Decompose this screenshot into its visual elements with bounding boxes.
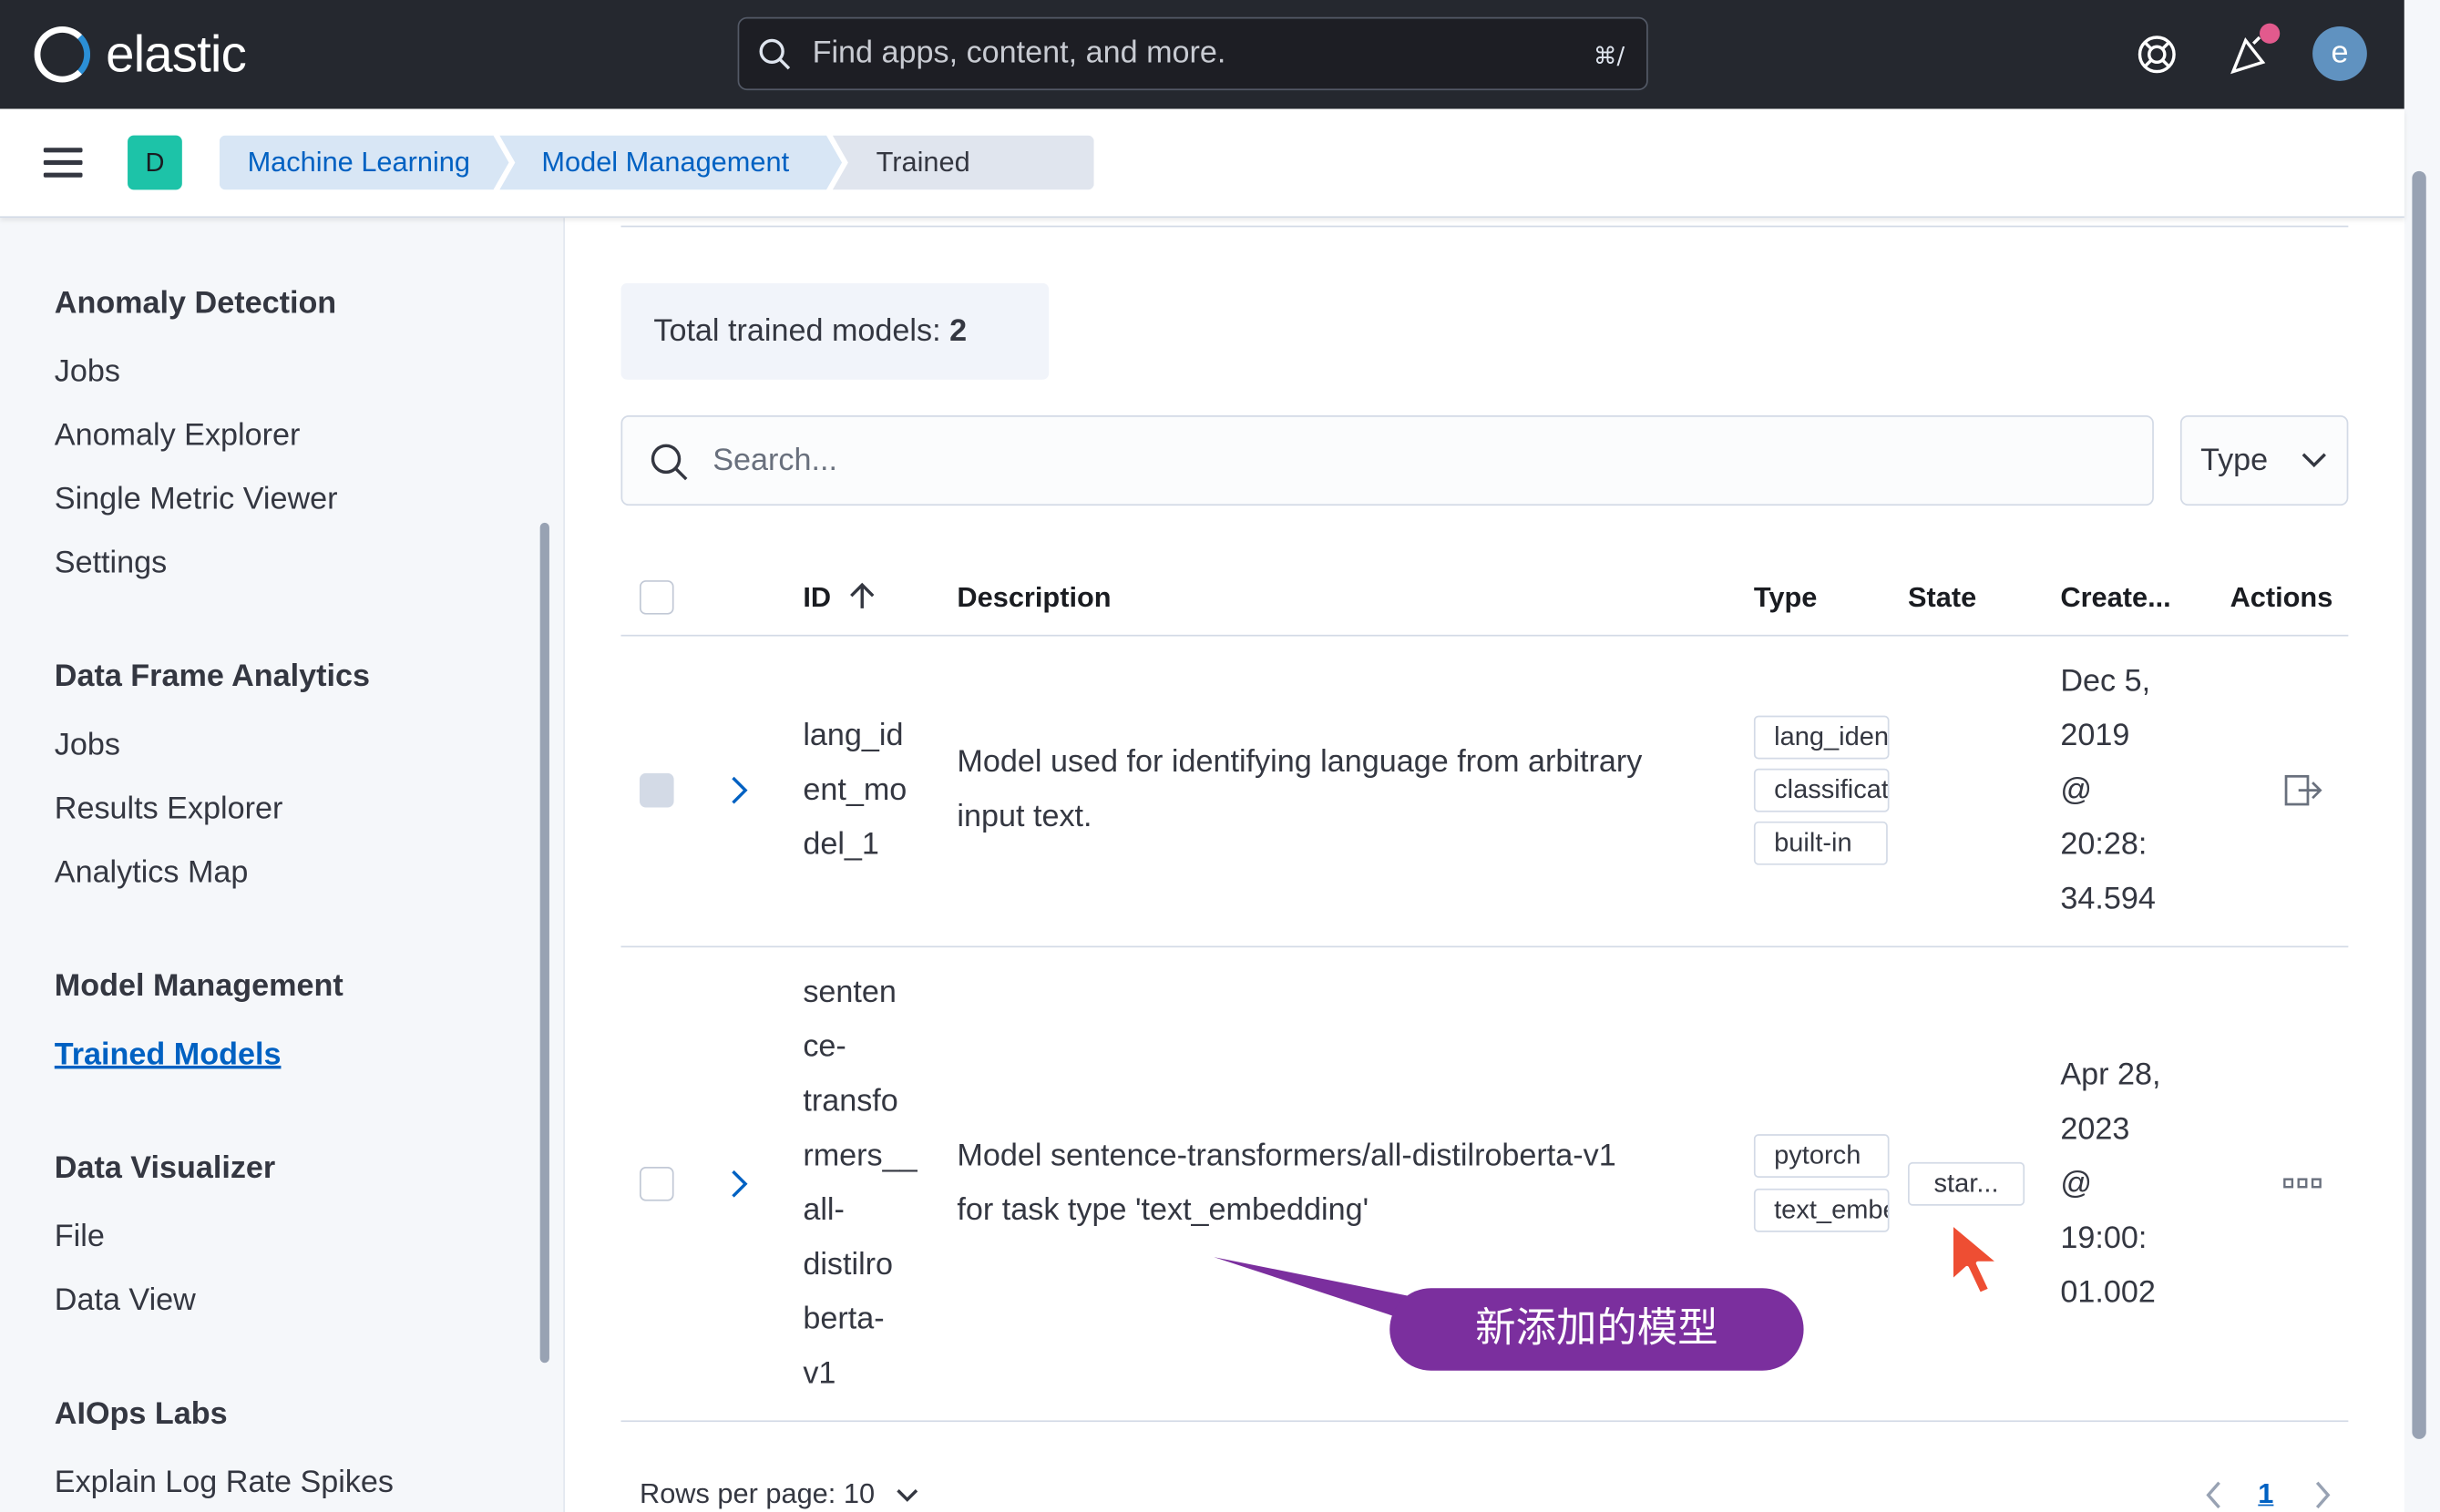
row-checkbox[interactable]: [639, 1167, 674, 1201]
type-filter-label: Type: [2200, 443, 2269, 478]
type-filter-button[interactable]: Type: [2179, 415, 2349, 506]
type-badge: text_embedding: [1753, 1188, 1890, 1232]
nav-item-analytics-map[interactable]: Analytics Map: [55, 855, 249, 891]
search-icon: [759, 38, 791, 70]
models-search-placeholder: Search...: [713, 443, 837, 478]
top-header: elastic Find apps, content, and more. ⌘/…: [0, 0, 2404, 109]
notification-dot: [2260, 23, 2281, 44]
column-header-created[interactable]: Create...: [2060, 582, 2170, 615]
model-description: Model sentence-transformers/all-distilro…: [957, 1139, 1616, 1228]
nav-section-anomaly-detection: Anomaly Detection: [54, 286, 337, 321]
nav-item-single-metric-viewer[interactable]: Single Metric Viewer: [55, 482, 338, 517]
total-models-stat: Total trained models: 2: [620, 282, 1050, 380]
nav-item-data-view[interactable]: Data View: [55, 1283, 196, 1319]
divider: [620, 945, 2349, 948]
elastic-logo-icon: [34, 26, 91, 83]
breadcrumb-machine-learning[interactable]: Machine Learning: [220, 136, 509, 190]
chevron-right-icon[interactable]: [725, 773, 754, 808]
chevron-down-icon: [2302, 453, 2326, 468]
nav-item-file[interactable]: File: [55, 1220, 105, 1255]
global-search-input[interactable]: Find apps, content, and more. ⌘/: [737, 16, 1648, 91]
help-icon[interactable]: [2137, 28, 2177, 81]
sort-ascending-icon: [850, 582, 875, 608]
model-id[interactable]: senten ce-transfo rmers__ all-distilro berta…: [803, 966, 917, 1402]
type-badge: built-in: [1753, 821, 1888, 865]
space-avatar[interactable]: D: [128, 135, 182, 190]
export-icon[interactable]: [2283, 771, 2323, 809]
previous-page-icon[interactable]: [2202, 1478, 2227, 1512]
nav-item-explain-log-rate-spikes[interactable]: Explain Log Rate Spikes: [55, 1466, 394, 1501]
breadcrumb: Machine Learning Model Management Traine…: [220, 135, 1094, 190]
created-date: Apr 28, 2023 @19:00: 01.002: [2060, 1057, 2161, 1311]
column-header-actions: Actions: [2230, 581, 2333, 613]
menu-toggle-icon[interactable]: [43, 148, 83, 179]
type-badge: classification: [1753, 768, 1890, 812]
type-badge: lang_ident: [1753, 715, 1890, 760]
divider: [620, 1420, 2349, 1423]
nav-item-settings[interactable]: Settings: [55, 547, 167, 582]
mouse-cursor-icon: [1949, 1221, 2002, 1297]
total-models-label: Total trained models:: [653, 314, 950, 349]
chevron-down-icon: [897, 1489, 918, 1502]
logo-text: elastic: [106, 25, 247, 83]
page-scrollbar-thumb[interactable]: [2412, 170, 2426, 1439]
models-search-input[interactable]: Search...: [620, 415, 2154, 506]
sidebar-scrollbar[interactable]: [539, 522, 549, 1364]
column-header-id[interactable]: ID: [803, 582, 876, 615]
select-all-checkbox[interactable]: [639, 580, 674, 615]
breadcrumb-model-management[interactable]: Model Management: [499, 136, 842, 190]
total-models-count: 2: [949, 314, 968, 349]
divider: [620, 225, 2349, 228]
nav-item-anomaly-explorer[interactable]: Anomaly Explorer: [55, 418, 301, 454]
column-header-description[interactable]: Description: [957, 582, 1111, 615]
type-badge: pytorch: [1753, 1134, 1890, 1178]
column-header-state[interactable]: State: [1908, 582, 1976, 615]
column-header-type[interactable]: Type: [1754, 582, 1817, 615]
search-shortcut-hint: ⌘/: [1593, 42, 1625, 70]
nav-item-ad-jobs[interactable]: Jobs: [55, 354, 120, 390]
page-1-link[interactable]: 1: [2258, 1478, 2273, 1511]
elastic-logo[interactable]: elastic: [34, 25, 247, 84]
nav-item-results-explorer[interactable]: Results Explorer: [55, 792, 283, 827]
divider: [620, 634, 2349, 637]
model-description: Model used for identifying language from…: [957, 745, 1643, 834]
model-id[interactable]: lang_id ent_mo del_1: [803, 710, 907, 873]
rows-per-page-button[interactable]: Rows per page: 10: [640, 1478, 920, 1511]
more-actions-icon[interactable]: [2283, 1175, 2323, 1193]
next-page-icon[interactable]: [2310, 1478, 2334, 1512]
nav-section-data-frame-analytics: Data Frame Analytics: [54, 659, 370, 694]
global-search-placeholder: Find apps, content, and more.: [812, 36, 1226, 70]
nav-item-trained-models[interactable]: Trained Models: [55, 1037, 282, 1073]
ml-side-nav: Anomaly Detection Jobs Anomaly Explorer …: [0, 218, 566, 1512]
row-checkbox: [639, 772, 674, 808]
chevron-right-icon[interactable]: [725, 1167, 754, 1201]
callout-label: 新添加的模型: [1389, 1288, 1804, 1371]
created-date: Dec 5, 2019 @20:28: 34.594: [2060, 664, 2156, 917]
state-badge: star...: [1908, 1161, 2025, 1206]
nav-item-dfa-jobs[interactable]: Jobs: [55, 728, 120, 763]
nav-section-aiops-labs: AIOps Labs: [54, 1396, 228, 1432]
search-icon: [651, 444, 688, 481]
page-scrollbar[interactable]: [2404, 0, 2440, 1512]
user-avatar[interactable]: e: [2312, 26, 2367, 81]
nav-section-model-management: Model Management: [54, 969, 343, 1004]
nav-section-data-visualizer: Data Visualizer: [54, 1150, 276, 1186]
breadcrumb-trained-models: Trained Models: [832, 135, 1094, 190]
